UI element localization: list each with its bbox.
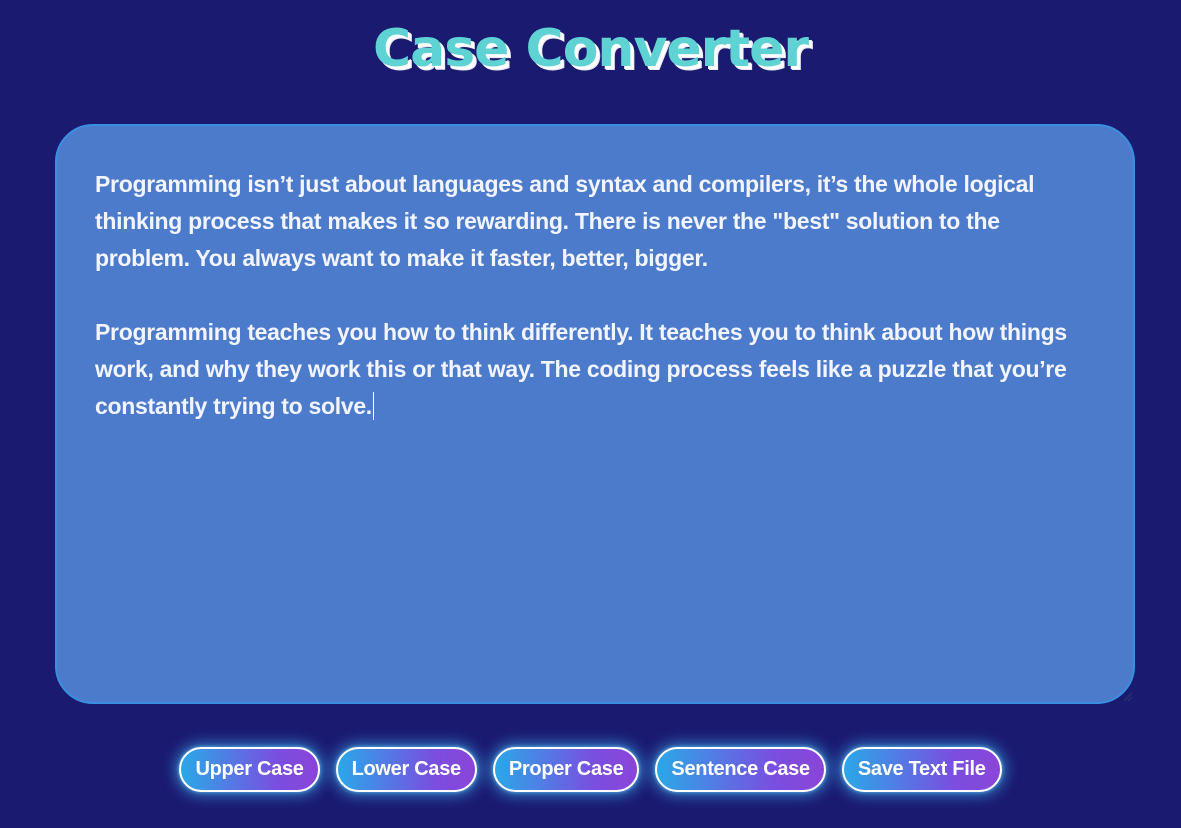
text-caret [372, 392, 374, 420]
editor-paragraph-text: Programming teaches you how to think dif… [95, 319, 1067, 419]
save-text-file-button[interactable]: Save Text File [841, 747, 1002, 792]
text-editor[interactable]: Programming isn’t just about languages a… [55, 124, 1135, 704]
action-toolbar: Upper Case Lower Case Proper Case Senten… [0, 747, 1181, 792]
page-title: Case Converter [372, 19, 809, 79]
editor-paragraph: Programming teaches you how to think dif… [95, 314, 1095, 425]
editor-paragraph-text: Programming isn’t just about languages a… [95, 171, 1035, 271]
lower-case-button[interactable]: Lower Case [335, 747, 477, 792]
proper-case-button[interactable]: Proper Case [492, 747, 640, 792]
sentence-case-button[interactable]: Sentence Case [655, 747, 826, 792]
upper-case-button[interactable]: Upper Case [179, 747, 320, 792]
resize-grip-icon[interactable] [1121, 690, 1133, 702]
editor-paragraph: Programming isn’t just about languages a… [95, 166, 1095, 277]
text-editor-container: Programming isn’t just about languages a… [55, 124, 1135, 704]
